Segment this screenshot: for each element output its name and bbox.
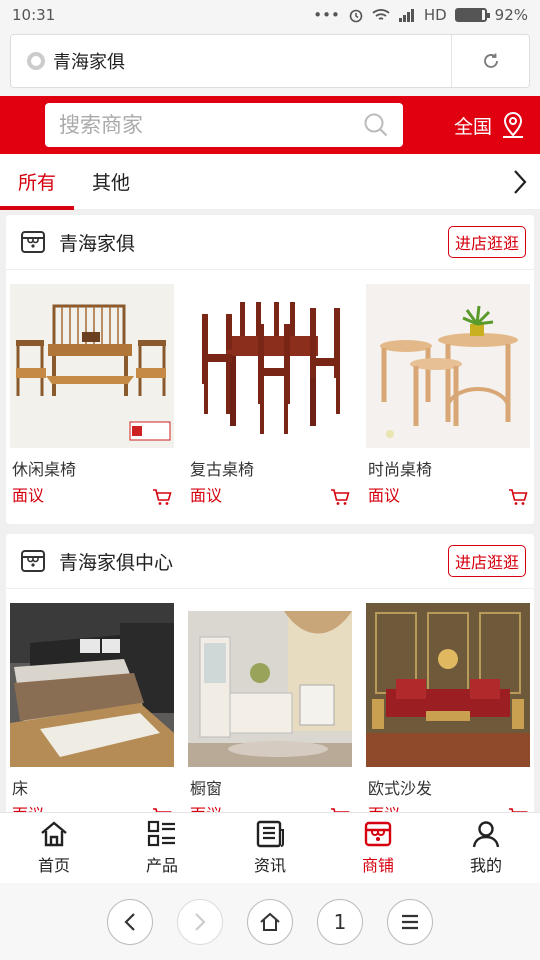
product-image[interactable] [10, 284, 174, 448]
region-label: 全国 [453, 115, 492, 138]
shop-list: 青海家俱 进店逛逛 休闲桌椅 面议 复古桌椅 面议 时尚桌椅 面议 青海家俱中心… [0, 210, 540, 812]
list-icon [147, 820, 175, 847]
region-selector[interactable]: 全国 [454, 111, 526, 139]
nav-label: 资讯 [253, 856, 286, 875]
app-header: 全国 [0, 96, 540, 154]
nav-shops[interactable]: 商铺 [324, 813, 432, 883]
product-image[interactable] [188, 603, 352, 767]
refresh-icon [483, 53, 498, 68]
product-image[interactable] [188, 284, 352, 448]
nav-products[interactable]: 产品 [108, 813, 216, 883]
cart-icon[interactable] [508, 488, 528, 506]
nav-label: 商铺 [361, 856, 394, 875]
home-button[interactable] [247, 898, 293, 945]
product-row: 床 面议 [6, 589, 534, 812]
chevron-right-icon [514, 169, 527, 194]
more-dots-icon: ••• [313, 6, 340, 24]
battery-icon [454, 8, 490, 22]
category-tabs: 所有 其他 [0, 154, 540, 210]
product-image[interactable] [366, 603, 530, 767]
user-icon [472, 821, 500, 848]
forward-button[interactable] [177, 898, 223, 945]
product-item[interactable]: 欧式沙发 面议 [366, 603, 532, 812]
status-time: 10:31 [12, 6, 56, 24]
shop-icon [21, 550, 45, 572]
product-item[interactable]: 休闲桌椅 面议 [10, 284, 176, 506]
product-name: 欧式沙发 [368, 779, 433, 798]
tab-count: 1 [333, 909, 347, 934]
menu-icon [402, 914, 418, 929]
store-icon [364, 821, 392, 847]
product-item[interactable]: 复古桌椅 面议 [188, 284, 354, 506]
menu-button[interactable] [387, 898, 433, 945]
product-name: 时尚桌椅 [368, 460, 433, 479]
shop-name: 青海家俱中心 [59, 551, 174, 574]
product-image[interactable] [366, 284, 530, 448]
chevron-left-icon [124, 912, 135, 931]
nav-label: 产品 [145, 856, 178, 875]
shop-header[interactable]: 青海家俱中心 进店逛逛 [6, 534, 534, 589]
cart-icon[interactable] [330, 488, 350, 506]
site-icon [27, 52, 45, 70]
home-icon [41, 821, 67, 847]
product-name: 复古桌椅 [190, 460, 255, 479]
status-icons: ••• HD 92% [313, 6, 528, 24]
search-box[interactable] [45, 103, 403, 147]
shop-name: 青海家俱 [59, 232, 136, 255]
visit-shop-button[interactable]: 进店逛逛 [447, 226, 526, 258]
product-name: 床 [12, 779, 29, 798]
status-bar: 10:31 ••• HD 92% [0, 0, 540, 30]
product-name: 休闲桌椅 [12, 460, 77, 479]
search-input[interactable] [59, 113, 363, 137]
network-type: HD [423, 6, 447, 24]
chevron-right-icon [195, 912, 206, 931]
nav-home[interactable]: 首页 [0, 813, 108, 883]
tabs-button[interactable]: 1 [317, 898, 363, 945]
browser-toolbar: 1 [0, 883, 540, 960]
tabs-scroll-arrow[interactable] [512, 154, 540, 209]
wifi-icon [372, 9, 390, 20]
product-item[interactable]: 床 面议 [10, 603, 176, 812]
nav-label: 首页 [37, 856, 70, 875]
cart-icon[interactable] [152, 488, 172, 506]
shop-icon [21, 231, 45, 253]
nav-label: 我的 [469, 856, 502, 875]
url-title[interactable]: 青海家俱 [53, 48, 451, 74]
nav-news[interactable]: 资讯 [216, 813, 324, 883]
product-image[interactable] [10, 603, 174, 767]
browser-home-icon [260, 912, 280, 931]
tab-label: 其他 [92, 172, 131, 194]
product-item[interactable]: 橱窗 面议 [188, 603, 354, 812]
product-name: 橱窗 [190, 779, 223, 798]
search-icon[interactable] [363, 112, 389, 138]
tab-other[interactable]: 其他 [74, 154, 148, 209]
tab-label: 所有 [18, 172, 57, 194]
signal-icon [398, 9, 414, 22]
back-button[interactable] [107, 898, 153, 945]
battery-fill [456, 10, 483, 20]
browser-urlbar[interactable]: 青海家俱 [10, 34, 530, 88]
news-icon [256, 820, 284, 848]
nav-me[interactable]: 我的 [432, 813, 540, 883]
shop-header[interactable]: 青海家俱 进店逛逛 [6, 215, 534, 270]
bottom-nav: 首页 产品 资讯 商铺 我的 [0, 812, 540, 883]
alarm-icon [349, 9, 363, 23]
product-item[interactable]: 时尚桌椅 面议 [366, 284, 532, 506]
refresh-button[interactable] [451, 35, 529, 87]
tab-all[interactable]: 所有 [0, 154, 75, 210]
shop-card: 青海家俱 进店逛逛 休闲桌椅 面议 复古桌椅 面议 时尚桌椅 面议 [6, 215, 534, 524]
shop-card: 青海家俱中心 进店逛逛 床 橱窗 欧式沙发 [6, 534, 534, 812]
location-pin-icon [503, 111, 523, 138]
product-row: 休闲桌椅 面议 复古桌椅 面议 时尚桌椅 面议 [6, 270, 534, 524]
visit-shop-button[interactable]: 进店逛逛 [447, 545, 526, 577]
browser-urlbar-area: 青海家俱 [0, 30, 540, 96]
battery-percent: 92% [494, 6, 528, 24]
